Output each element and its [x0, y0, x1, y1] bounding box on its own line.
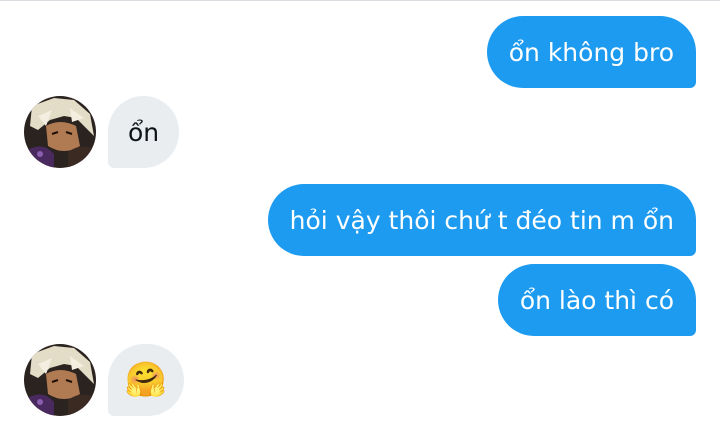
- message-text: ổn: [128, 117, 160, 147]
- anime-character-avatar-icon: [24, 96, 96, 168]
- message-bubble-outgoing[interactable]: ổn lào thì có: [497, 264, 696, 336]
- anime-character-avatar-icon: [24, 344, 96, 416]
- top-divider: [0, 0, 720, 1]
- avatar[interactable]: [24, 344, 96, 416]
- hugging-face-emoji: 🤗: [124, 360, 168, 400]
- message-bubble-incoming[interactable]: ổn: [108, 96, 180, 168]
- message-text: ổn lào thì có: [519, 285, 674, 315]
- message-text: hỏi vậy thôi chứ t đéo tin m ổn: [289, 205, 674, 235]
- message-bubble-outgoing[interactable]: ổn không bro: [486, 16, 696, 88]
- message-bubble-incoming[interactable]: 🤗: [108, 344, 184, 416]
- message-bubble-outgoing[interactable]: hỏi vậy thôi chứ t đéo tin m ổn: [267, 184, 696, 256]
- avatar[interactable]: [24, 96, 96, 168]
- message-text: ổn không bro: [508, 37, 674, 67]
